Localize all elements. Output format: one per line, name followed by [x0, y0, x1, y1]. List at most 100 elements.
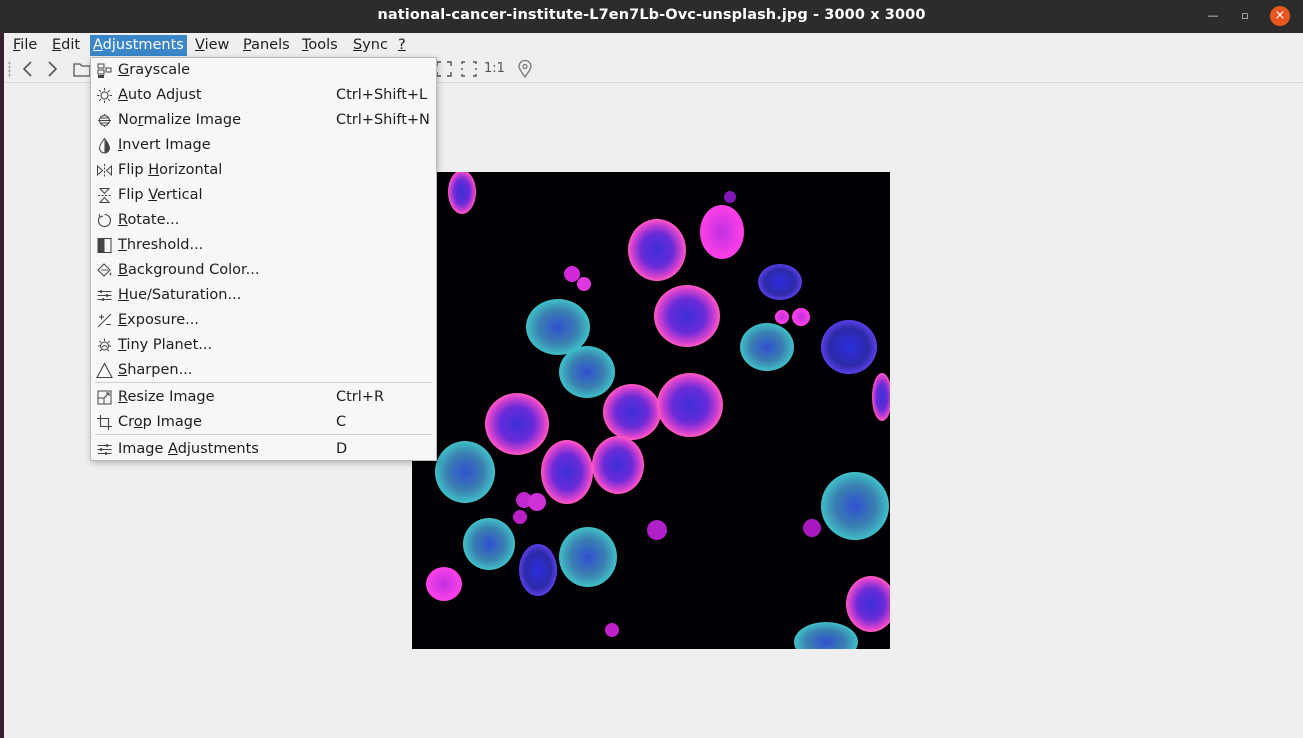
fit-width-button[interactable] — [459, 59, 479, 79]
menuitem-flip-horizontal[interactable]: Flip Horizontal — [91, 158, 436, 183]
menu-adjustments[interactable]: Adjustments — [90, 35, 187, 56]
menu-mnemonic: E — [52, 37, 62, 53]
label-post: ertical — [157, 187, 203, 203]
menu-mnemonic: P — [243, 37, 252, 53]
fit-window-button[interactable] — [434, 59, 454, 79]
menuitem-shortcut: C — [336, 414, 347, 430]
flip-vertical-icon — [96, 187, 113, 204]
label-mnemonic: o — [133, 414, 143, 430]
menuitem-background-color[interactable]: Background Color... — [91, 258, 436, 283]
menuitem-label: Sharpen... — [118, 358, 192, 383]
menuitem-shortcut: Ctrl+Shift+L — [336, 87, 428, 103]
threshold-icon — [96, 237, 113, 254]
menuitem-shortcut: Ctrl+R — [336, 389, 385, 405]
menuitem-tiny-planet[interactable]: Tiny Planet... — [91, 333, 436, 358]
menu-help[interactable]: ? — [395, 35, 409, 56]
flip-horizontal-icon — [96, 162, 113, 179]
label-post: nvert Image — [122, 137, 211, 153]
resize-icon — [96, 389, 113, 406]
label-pre: No — [118, 112, 138, 128]
fit-window-icon — [436, 61, 452, 77]
label-mnemonic: H — [148, 162, 160, 178]
maximize-button[interactable]: ▫ — [1235, 6, 1255, 26]
menu-mnemonic: ? — [398, 37, 406, 53]
fit-width-icon — [461, 61, 477, 77]
menu-separator — [95, 382, 432, 383]
normalize-icon — [96, 112, 113, 129]
adjustments-dropdown-menu: Grayscale Auto Adjust Ctrl+Shift+L Norma… — [90, 57, 437, 461]
menuitem-threshold[interactable]: Threshold... — [91, 233, 436, 258]
menu-mnemonic: V — [195, 37, 205, 53]
label-post: ackground Color... — [127, 262, 260, 278]
chevron-left-icon — [22, 61, 32, 77]
menuitem-crop-image[interactable]: Crop Image C — [91, 410, 436, 435]
label-post: harpen... — [127, 362, 193, 378]
menuitem-label: Grayscale — [118, 58, 190, 83]
menuitem-image-adjustments[interactable]: Image Adjustments D — [91, 437, 436, 462]
label-post: esize Image — [127, 389, 215, 405]
menubar: File Edit Adjustments View Panels Tools … — [4, 33, 1303, 57]
menuitem-label: Crop Image — [118, 410, 202, 435]
menuitem-normalize-image[interactable]: Normalize Image Ctrl+Shift+N — [91, 108, 436, 133]
menuitem-exposure[interactable]: Exposure... — [91, 308, 436, 333]
menuitem-hue-saturation[interactable]: Hue/Saturation... — [91, 283, 436, 308]
exposure-icon — [96, 312, 113, 329]
menuitem-label: Threshold... — [118, 233, 203, 258]
menuitem-grayscale[interactable]: Grayscale — [91, 58, 436, 83]
menu-label-post: anels — [251, 37, 290, 53]
menu-view[interactable]: View — [192, 35, 232, 56]
minimize-button[interactable]: — — [1203, 6, 1223, 26]
menu-file[interactable]: File — [10, 35, 40, 56]
close-button[interactable]: × — [1270, 6, 1290, 26]
background-color-icon — [96, 262, 113, 279]
sharpen-icon — [96, 362, 113, 379]
label-mnemonic: S — [118, 362, 128, 378]
folder-icon — [73, 63, 91, 77]
menuitem-flip-vertical[interactable]: Flip Vertical — [91, 183, 436, 208]
label-pre: Flip — [118, 162, 149, 178]
menu-label-post: ync — [362, 37, 388, 53]
menu-edit[interactable]: Edit — [49, 35, 83, 56]
open-folder-button[interactable] — [72, 59, 92, 79]
back-button[interactable] — [18, 59, 38, 79]
menuitem-label: Background Color... — [118, 258, 259, 283]
menuitem-sharpen[interactable]: Sharpen... — [91, 358, 436, 383]
label-mnemonic: H — [118, 287, 129, 303]
actual-size-button[interactable]: 1:1 — [484, 59, 505, 79]
label-mnemonic: V — [148, 187, 158, 203]
menu-label-post: iew — [204, 37, 230, 53]
menuitem-label: Rotate... — [118, 208, 179, 233]
menu-panels[interactable]: Panels — [240, 35, 293, 56]
menuitem-label: Exposure... — [118, 308, 199, 333]
label-mnemonic: E — [118, 312, 128, 328]
forward-button[interactable] — [42, 59, 62, 79]
invert-icon — [96, 137, 113, 154]
map-pin-icon — [518, 59, 532, 79]
label-pre: Flip — [118, 187, 149, 203]
menu-mnemonic: S — [353, 37, 363, 53]
label-post: ue/Saturation... — [128, 287, 242, 303]
menuitem-label: Image Adjustments — [118, 437, 259, 462]
menuitem-shortcut: D — [336, 441, 348, 457]
menu-sync[interactable]: Sync — [350, 35, 391, 56]
window-titlebar: national-cancer-institute-L7en7Lb-Ovc-un… — [0, 0, 1303, 33]
menuitem-auto-adjust[interactable]: Auto Adjust Ctrl+Shift+L — [91, 83, 436, 108]
menuitem-label: Flip Vertical — [118, 183, 203, 208]
label-post: p Image — [142, 414, 202, 430]
label-post: malize Image — [143, 112, 242, 128]
label-mnemonic: B — [118, 262, 128, 278]
label-mnemonic: T — [118, 237, 127, 253]
menuitem-rotate[interactable]: Rotate... — [91, 208, 436, 233]
label-post: orizontal — [159, 162, 223, 178]
rotate-icon — [96, 212, 113, 229]
menu-tools[interactable]: Tools — [299, 35, 341, 56]
image-canvas[interactable] — [412, 172, 890, 649]
tiny-planet-icon — [96, 337, 113, 354]
menuitem-label: Normalize Image — [118, 108, 241, 133]
label-mnemonic: A — [118, 87, 128, 103]
menuitem-invert-image[interactable]: Invert Image — [91, 133, 436, 158]
menu-label-post: ools — [308, 37, 338, 53]
location-button[interactable] — [515, 59, 535, 79]
menuitem-resize-image[interactable]: Resize Image Ctrl+R — [91, 385, 436, 410]
toolbar-grip-handle[interactable] — [8, 61, 11, 78]
